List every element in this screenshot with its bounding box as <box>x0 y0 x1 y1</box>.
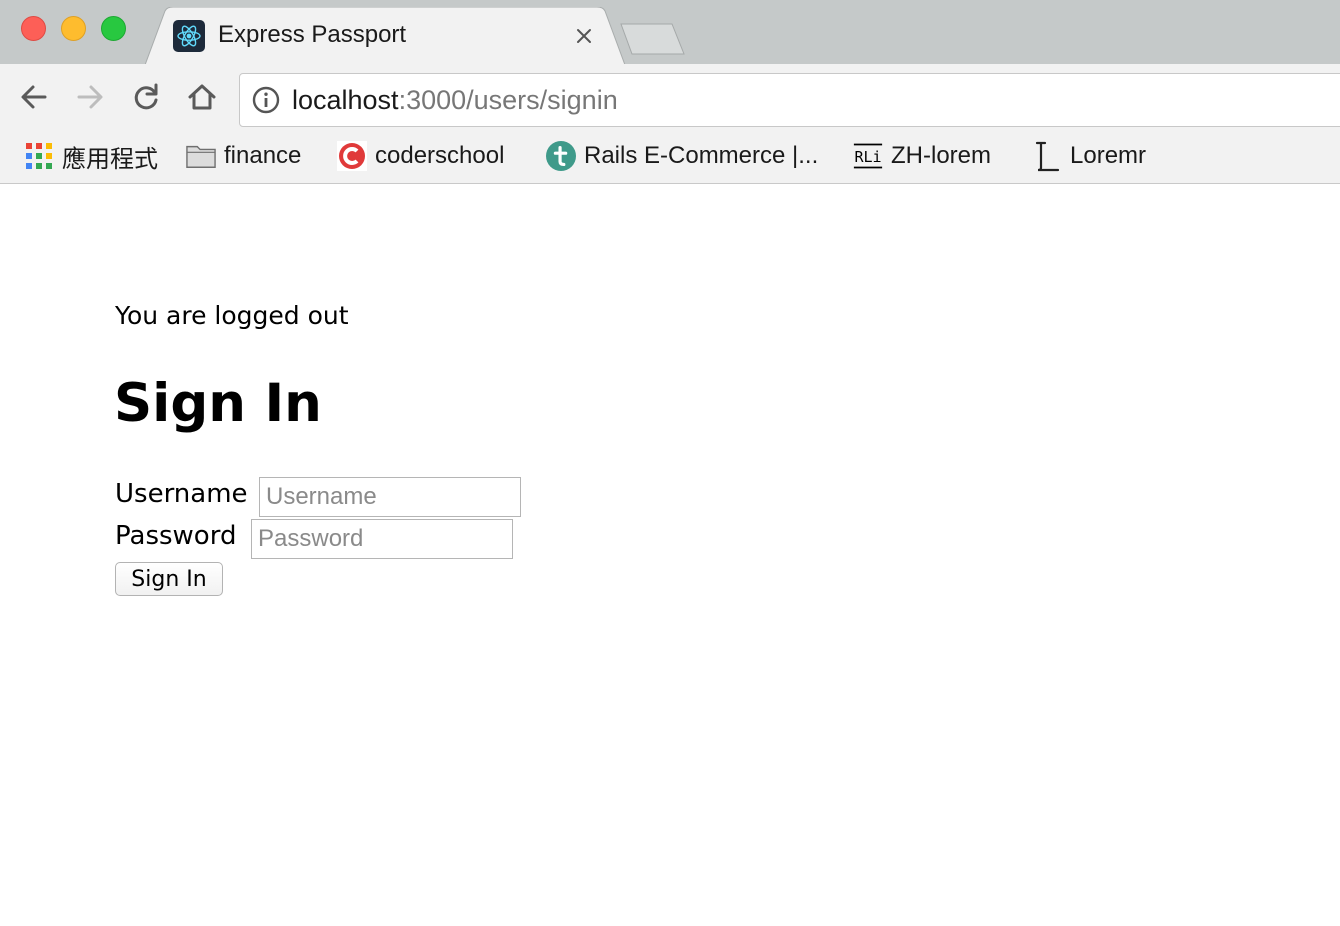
active-tab[interactable]: Express Passport <box>145 7 627 65</box>
bookmark-label: 應用程式 <box>62 145 158 173</box>
address-bar[interactable]: localhost:3000/users/signin <box>239 73 1340 127</box>
url-host: localhost <box>292 85 399 115</box>
bookmark-apps[interactable]: 應用程式 <box>24 140 158 173</box>
tab-title: Express Passport <box>218 21 407 48</box>
back-arrow-icon[interactable] <box>17 80 51 114</box>
page-title: Sign In <box>114 373 322 434</box>
password-label: Password <box>115 521 237 551</box>
logout-message: You are logged out <box>115 301 349 330</box>
coderschool-logo-icon <box>337 141 367 171</box>
l-logo-icon <box>1032 141 1062 172</box>
bookmark-coderschool[interactable]: coderschool <box>337 140 504 172</box>
bookmark-label: coderschool <box>375 142 505 169</box>
svg-text:RLi: RLi <box>854 148 881 166</box>
rli-logo-icon: RLi <box>853 141 883 171</box>
bookmarks-bar: 應用程式 finance coderschool Rails E-Commerc… <box>0 130 1340 184</box>
forward-arrow-icon[interactable] <box>73 80 107 114</box>
home-icon[interactable] <box>185 80 219 114</box>
t-logo-icon <box>546 141 576 171</box>
folder-icon <box>186 141 216 171</box>
bookmark-loremr[interactable]: Loremr <box>1032 140 1146 172</box>
username-label: Username <box>115 479 248 509</box>
browser-toolbar: localhost:3000/users/signin <box>0 64 1340 130</box>
bookmark-label: Rails E-Commerce |... <box>584 142 819 169</box>
react-atom-icon <box>173 20 205 52</box>
window-minimize-button[interactable] <box>61 16 86 41</box>
new-tab-button[interactable] <box>618 22 688 56</box>
apps-grid-icon <box>24 141 54 171</box>
window-maximize-button[interactable] <box>101 16 126 41</box>
info-icon[interactable] <box>252 86 280 114</box>
bookmark-label: finance <box>224 142 302 169</box>
window-close-button[interactable] <box>21 16 46 41</box>
bookmark-zh-lorem[interactable]: RLi ZH-lorem <box>853 140 991 172</box>
sign-in-button[interactable]: Sign In <box>115 562 223 596</box>
reload-icon[interactable] <box>129 80 163 114</box>
bookmark-finance[interactable]: finance <box>186 140 301 172</box>
bookmark-label: ZH-lorem <box>891 142 991 169</box>
password-input[interactable] <box>251 519 513 559</box>
tab-close-icon[interactable] <box>573 25 595 47</box>
bookmark-label: Loremr <box>1070 142 1147 169</box>
url-path: :3000/users/signin <box>398 85 618 115</box>
username-input[interactable] <box>259 477 521 517</box>
address-url[interactable]: localhost:3000/users/signin <box>292 85 618 116</box>
tab-strip: Express Passport <box>0 0 1340 65</box>
bookmark-rails-ecommerce[interactable]: Rails E-Commerce |... <box>546 140 818 172</box>
